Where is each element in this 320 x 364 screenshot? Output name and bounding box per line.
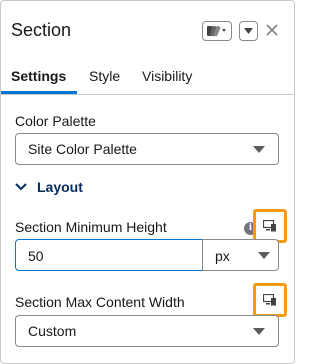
section-properties-panel: Section Settings Style Visibility Color … <box>0 0 295 364</box>
desktop-mobile-icon <box>263 220 276 232</box>
caret-down-icon <box>258 252 270 259</box>
responsive-device-button[interactable] <box>253 283 287 317</box>
layout-section-toggle[interactable]: Layout <box>15 177 83 197</box>
min-height-value: 50 <box>28 248 44 264</box>
panel-header: Section <box>1 1 294 59</box>
tab-settings[interactable]: Settings <box>11 68 66 84</box>
color-palette-value: Site Color Palette <box>28 141 137 157</box>
close-icon <box>266 24 278 36</box>
caret-down-icon <box>253 328 265 335</box>
chevron-down-icon <box>15 183 27 191</box>
paint-swatch-icon <box>207 25 226 37</box>
color-palette-label: Color Palette <box>15 113 96 129</box>
max-width-select[interactable]: Custom <box>15 315 279 347</box>
tab-style[interactable]: Style <box>89 68 120 84</box>
min-height-label: Section Minimum Height <box>15 219 167 235</box>
style-presets-button[interactable] <box>202 21 232 41</box>
min-height-unit-value: px <box>215 248 230 264</box>
color-palette-select[interactable]: Site Color Palette <box>15 133 279 165</box>
active-tab-indicator <box>1 91 77 94</box>
max-width-label: Section Max Content Width <box>15 294 185 310</box>
responsive-device-button[interactable] <box>253 209 287 243</box>
min-height-unit-select[interactable]: px <box>202 239 279 271</box>
panel-menu-button[interactable] <box>239 21 258 41</box>
panel-title: Section <box>11 20 72 40</box>
tab-bar: Settings Style Visibility <box>1 59 294 95</box>
chevron-down-icon <box>244 28 253 34</box>
min-height-input[interactable]: 50 <box>15 239 203 271</box>
caret-down-icon <box>253 146 265 153</box>
close-button[interactable] <box>265 22 279 38</box>
max-width-value: Custom <box>28 323 77 339</box>
desktop-mobile-icon <box>263 294 276 306</box>
tab-visibility[interactable]: Visibility <box>142 68 192 84</box>
layout-section-label: Layout <box>37 179 83 195</box>
